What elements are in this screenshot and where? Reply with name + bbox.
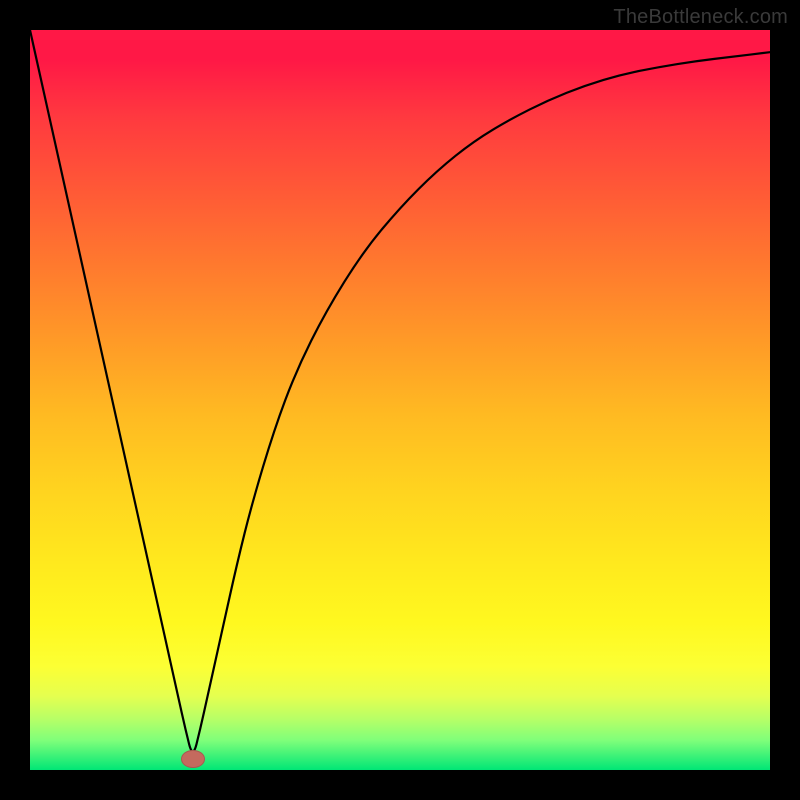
watermark-text: TheBottleneck.com (613, 6, 788, 29)
chart-frame: TheBottleneck.com (0, 0, 800, 800)
plot-area (30, 30, 770, 770)
bottleneck-curve (30, 30, 770, 770)
optimal-point-marker (181, 750, 205, 768)
